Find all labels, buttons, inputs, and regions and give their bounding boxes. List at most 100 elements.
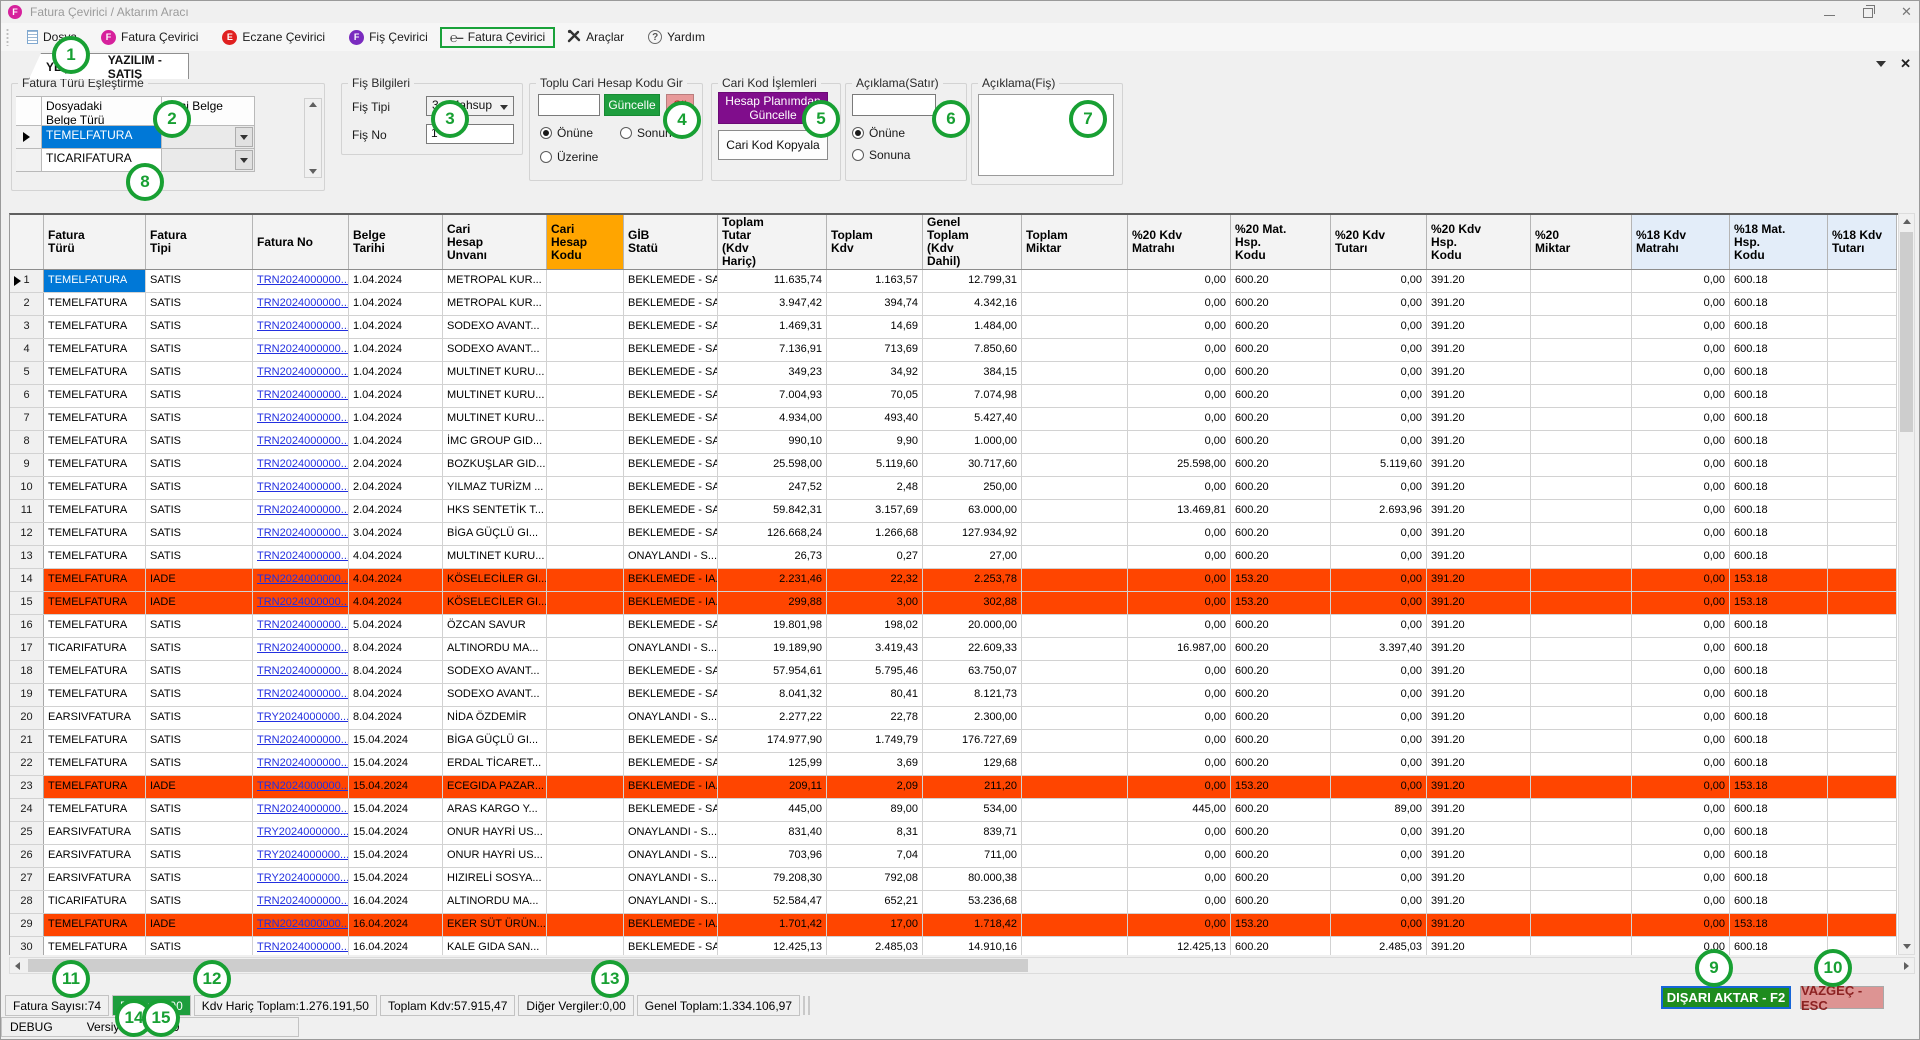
cell-kdv[interactable]: 5.119,60 (827, 454, 923, 476)
cell-t18[interactable] (1828, 799, 1897, 821)
cell-m20[interactable]: 0,00 (1128, 914, 1231, 936)
cell-mhk20[interactable]: 600.20 (1231, 408, 1331, 430)
radio-zerine[interactable]: Üzerine (540, 150, 598, 164)
cell-t20[interactable]: 0,00 (1331, 316, 1427, 338)
cell-statu[interactable]: ONAYLANDI - S... (624, 868, 718, 890)
cell-statu[interactable]: BEKLEMEDE - IA... (624, 592, 718, 614)
cell-unvan[interactable]: ECEGIDA PAZAR... (443, 776, 547, 798)
cell-kodu[interactable] (547, 293, 624, 315)
menu-item-efatura-cevirici[interactable]: ℮– Fatura Çevirici (439, 26, 556, 48)
cell-tarih[interactable]: 1.04.2024 (349, 316, 443, 338)
cell-tipi[interactable]: SATIS (146, 362, 253, 384)
cell-tutar[interactable]: 12.425,13 (718, 937, 827, 955)
cell-mhk18[interactable]: 600.18 (1730, 293, 1828, 315)
cell-kodu[interactable] (547, 776, 624, 798)
cell-genel[interactable]: 22.609,33 (923, 638, 1022, 660)
cell-tarih[interactable]: 4.04.2024 (349, 592, 443, 614)
cell-mhk20[interactable]: 153.20 (1231, 914, 1331, 936)
cell-kodu[interactable] (547, 362, 624, 384)
table-row[interactable]: 11 TEMELFATURA SATIS TRN2024000000... 2.04.2… (10, 500, 1897, 523)
cell-miktar[interactable] (1022, 454, 1128, 476)
cell-t18[interactable] (1828, 385, 1897, 407)
cell-no[interactable]: TRN2024000000... (253, 339, 349, 361)
cell-tutar[interactable]: 445,00 (718, 799, 827, 821)
cell-tipi[interactable]: SATIS (146, 408, 253, 430)
table-row[interactable]: 28 TICARIFATURA SATIS TRN2024000000... 16.04… (10, 891, 1897, 914)
cell-rowhead[interactable]: 24 (10, 799, 44, 821)
cell-turu[interactable]: TEMELFATURA (44, 569, 146, 591)
cell-tipi[interactable]: SATIS (146, 937, 253, 955)
cell-kodu[interactable] (547, 661, 624, 683)
cell-no[interactable]: TRN2024000000... (253, 569, 349, 591)
cell-unvan[interactable]: MULTINET KURU... (443, 408, 547, 430)
cell-genel[interactable]: 8.121,73 (923, 684, 1022, 706)
cell-turu[interactable]: TEMELFATURA (44, 431, 146, 453)
cell-no[interactable]: TRN2024000000... (253, 477, 349, 499)
cell-mhk20[interactable]: 600.20 (1231, 270, 1331, 292)
column-header-tarih[interactable]: Belge Tarihi (349, 215, 443, 269)
cell-turu[interactable]: EARSIVFATURA (44, 707, 146, 729)
menu-item-araclar[interactable]: Araçlar (555, 26, 636, 49)
cell-turu[interactable]: TEMELFATURA (44, 500, 146, 522)
cell-mhk18[interactable]: 600.18 (1730, 730, 1828, 752)
cell-tarih[interactable]: 15.04.2024 (349, 776, 443, 798)
cell-t20[interactable]: 5.119,60 (1331, 454, 1427, 476)
cell-tipi[interactable]: SATIS (146, 638, 253, 660)
cell-mhk18[interactable]: 600.18 (1730, 339, 1828, 361)
cell-m20[interactable]: 0,00 (1128, 753, 1231, 775)
fatura-no-link[interactable]: TRN2024000000... (257, 274, 348, 286)
cell-mik20[interactable] (1531, 615, 1632, 637)
cell-mhk18[interactable]: 600.18 (1730, 868, 1828, 890)
cell-m20[interactable]: 0,00 (1128, 270, 1231, 292)
cell-khk20[interactable]: 391.20 (1427, 293, 1531, 315)
cell-m20[interactable]: 0,00 (1128, 684, 1231, 706)
column-header-mik20[interactable]: %20 Miktar (1531, 215, 1632, 269)
cell-t18[interactable] (1828, 546, 1897, 568)
cell-tarih[interactable]: 5.04.2024 (349, 615, 443, 637)
cell-unvan[interactable]: SODEXO AVANT... (443, 316, 547, 338)
cell-tipi[interactable]: SATIS (146, 891, 253, 913)
cell-tutar[interactable]: 1.701,42 (718, 914, 827, 936)
cell-genel[interactable]: 7.850,60 (923, 339, 1022, 361)
cell-mhk18[interactable]: 600.18 (1730, 408, 1828, 430)
cell-mhk20[interactable]: 153.20 (1231, 776, 1331, 798)
cell-mhk20[interactable]: 600.20 (1231, 638, 1331, 660)
cell-miktar[interactable] (1022, 293, 1128, 315)
cell-miktar[interactable] (1022, 776, 1128, 798)
cell-no[interactable]: TRN2024000000... (253, 546, 349, 568)
cell-mhk20[interactable]: 600.20 (1231, 615, 1331, 637)
cell-tutar[interactable]: 125,99 (718, 753, 827, 775)
cell-tutar[interactable]: 2.231,46 (718, 569, 827, 591)
cell-m20[interactable]: 0,00 (1128, 477, 1231, 499)
cell-turu[interactable]: TEMELFATURA (44, 615, 146, 637)
fatura-no-link[interactable]: TRN2024000000... (257, 412, 348, 424)
cell-t20[interactable]: 0,00 (1331, 270, 1427, 292)
cell-mhk20[interactable]: 600.20 (1231, 661, 1331, 683)
cell-t18[interactable] (1828, 638, 1897, 660)
cell-rowhead[interactable]: 5 (10, 362, 44, 384)
cell-m20[interactable]: 0,00 (1128, 891, 1231, 913)
cell-kodu[interactable] (547, 408, 624, 430)
cell-kdv[interactable]: 8,31 (827, 822, 923, 844)
cell-miktar[interactable] (1022, 523, 1128, 545)
cell-genel[interactable]: 27,00 (923, 546, 1022, 568)
cell-mhk18[interactable]: 600.18 (1730, 500, 1828, 522)
cell-mik20[interactable] (1531, 385, 1632, 407)
cell-statu[interactable]: BEKLEMEDE - SA... (624, 293, 718, 315)
cell-rowhead[interactable]: 16 (10, 615, 44, 637)
cell-khk20[interactable]: 391.20 (1427, 868, 1531, 890)
cell-t18[interactable] (1828, 454, 1897, 476)
table-row[interactable]: 17 TICARIFATURA SATIS TRN2024000000... 8.04.… (10, 638, 1897, 661)
cell-rowhead[interactable]: 17 (10, 638, 44, 660)
cell-unvan[interactable]: KALE GIDA SAN... (443, 937, 547, 955)
cell-kdv[interactable]: 2,48 (827, 477, 923, 499)
cell-khk20[interactable]: 391.20 (1427, 316, 1531, 338)
chevron-down-icon[interactable] (235, 127, 253, 147)
cell-rowhead[interactable]: 22 (10, 753, 44, 775)
cell-m18[interactable]: 0,00 (1632, 270, 1730, 292)
cell-unvan[interactable]: EKER SÜT ÜRÜN... (443, 914, 547, 936)
fatura-no-link[interactable]: TRN2024000000... (257, 619, 348, 631)
cell-turu[interactable]: TEMELFATURA (44, 914, 146, 936)
fatura-no-link[interactable]: TRY2024000000... (257, 826, 348, 838)
cell-mik20[interactable] (1531, 316, 1632, 338)
